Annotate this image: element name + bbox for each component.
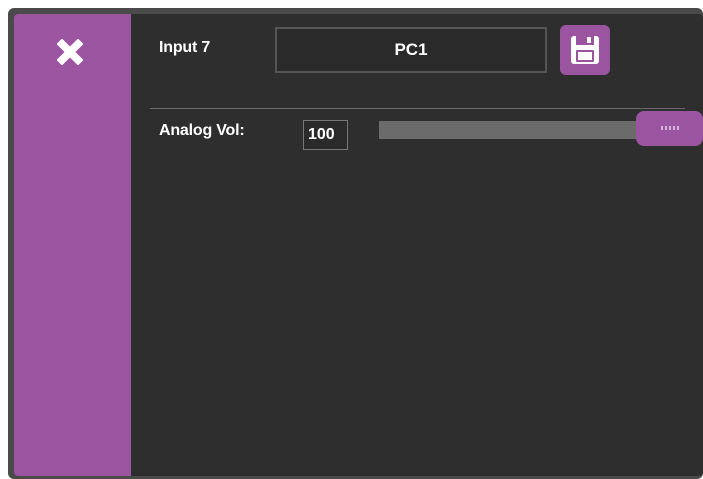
close-button[interactable] xyxy=(52,34,88,70)
sidebar xyxy=(14,14,131,476)
input-name-field[interactable]: PC1 xyxy=(275,27,547,73)
grip-icon xyxy=(660,126,680,130)
analog-volume-label: Analog Vol: xyxy=(159,122,245,139)
analog-volume-slider-track[interactable] xyxy=(379,121,664,139)
close-icon xyxy=(57,39,83,65)
analog-volume-input[interactable]: 100 xyxy=(303,120,348,150)
floppy-disk-icon xyxy=(571,36,599,64)
settings-panel: Input 7 PC1 Analog Vol: 100 xyxy=(14,14,703,476)
analog-volume-slider-thumb[interactable] xyxy=(636,111,703,146)
save-button[interactable] xyxy=(560,25,610,75)
divider xyxy=(150,108,685,109)
input-title: Input 7 xyxy=(159,39,211,56)
